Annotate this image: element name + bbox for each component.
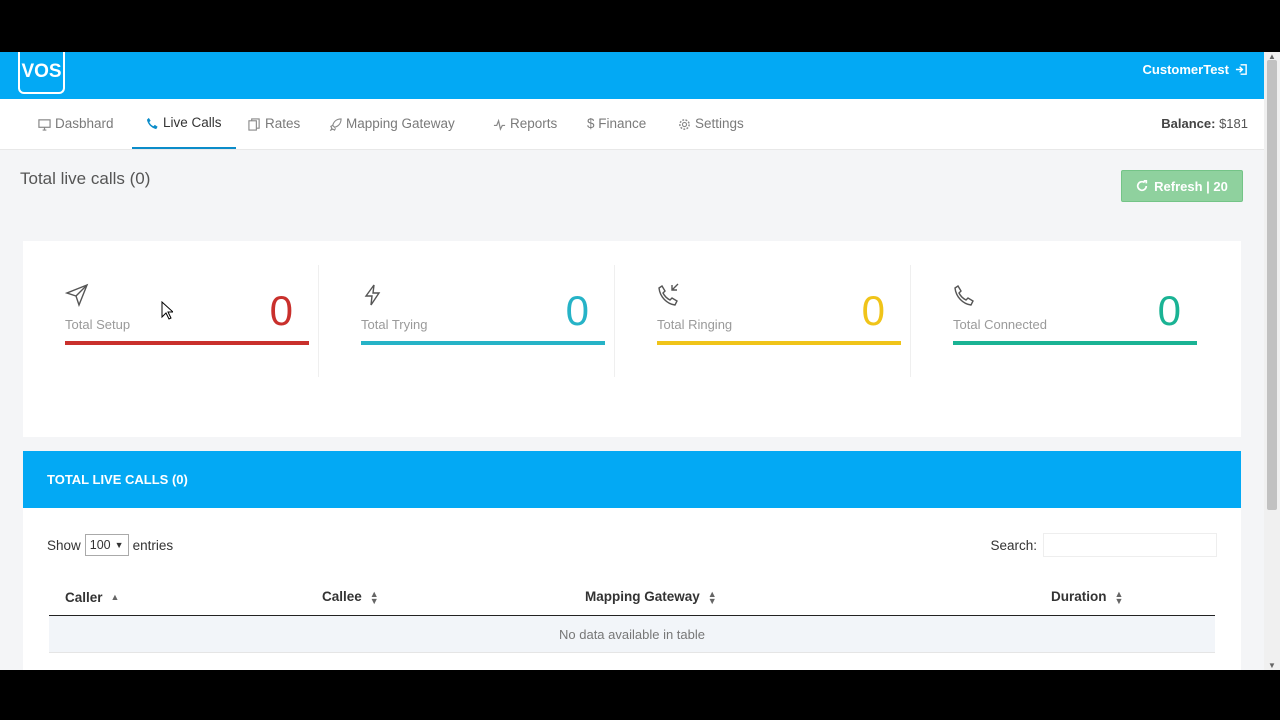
nav-rates[interactable]: Rates [248, 99, 300, 149]
stat-label: Total Ringing [657, 317, 733, 332]
app-window: VOS CustomerTest Dasbhard Live Calls Rat… [0, 52, 1264, 670]
column-header-mapping-gateway[interactable]: Mapping Gateway ▲ ▼ [569, 579, 1035, 616]
stat-value: 0 [565, 287, 589, 334]
monitor-icon [38, 118, 51, 131]
live-calls-table: Caller ▲ Callee ▲ ▼ Mapping Gateway ▲ ▼ Durat… [49, 579, 1215, 653]
nav-label: Reports [510, 116, 558, 131]
refresh-button[interactable]: Refresh | 20 [1121, 170, 1243, 202]
rocket-icon [329, 117, 342, 131]
logo[interactable]: VOS [18, 52, 65, 94]
refresh-icon [1137, 180, 1148, 192]
refresh-label: Refresh | 20 [1154, 178, 1228, 194]
pulse-icon [493, 118, 506, 131]
column-header-caller[interactable]: Caller ▲ [49, 579, 306, 616]
logout-icon[interactable] [1235, 63, 1248, 76]
entries-label: entries [132, 537, 174, 553]
nav-finance[interactable]: $ Finance [587, 99, 646, 149]
mouse-cursor-icon [161, 301, 173, 320]
column-header-callee[interactable]: Callee ▲ ▼ [306, 579, 569, 616]
stat-value: 0 [1157, 287, 1181, 334]
user-menu[interactable]: CustomerTest [1143, 62, 1248, 77]
nav-reports[interactable]: Reports [493, 99, 557, 149]
nav-label: Mapping Gateway [346, 116, 455, 131]
stat-bar [361, 341, 605, 345]
stat-value: 0 [269, 287, 293, 334]
sort-asc-icon: ▲ [110, 592, 120, 603]
nav-label: $ Finance [587, 116, 647, 131]
nav-label: Live Calls [163, 115, 222, 130]
live-calls-panel: TOTAL LIVE CALLS (0) Show 100 ▼ entries … [23, 451, 1241, 670]
stat-bar [657, 341, 901, 345]
show-label: Show [47, 537, 81, 553]
stat-label: Total Setup [65, 317, 131, 332]
nav-settings[interactable]: Settings [678, 99, 744, 149]
empty-table-message: No data available in table [49, 615, 1215, 653]
column-header-duration[interactable]: Duration ▲ ▼ [1035, 579, 1215, 616]
column-label: Callee [322, 589, 362, 605]
column-label: Duration [1051, 589, 1107, 605]
nav-label: Settings [695, 116, 744, 131]
stat-label: Total Connected [953, 317, 1047, 332]
stat-label: Total Trying [361, 317, 428, 332]
nav-label: Dasbhard [55, 116, 114, 131]
stat-total-connected: Total Connected 0 [911, 265, 1207, 365]
scrollbar-thumb[interactable] [1267, 60, 1277, 510]
column-label: Mapping Gateway [585, 589, 700, 605]
sort-icon: ▲ ▼ [1114, 588, 1124, 606]
phone-icon [146, 117, 158, 129]
table-row: No data available in table [49, 615, 1215, 653]
balance-label: Balance: [1161, 116, 1216, 131]
main-nav: Dasbhard Live Calls Rates Mapping Gatewa… [0, 99, 1264, 150]
entries-length: Show 100 ▼ entries [47, 534, 173, 556]
table-header-row: Caller ▲ Callee ▲ ▼ Mapping Gateway ▲ ▼ Durat… [49, 579, 1215, 616]
balance: Balance: $181 [1161, 116, 1248, 131]
copy-icon [248, 117, 260, 131]
send-icon [65, 283, 89, 307]
page-title: Total live calls (0) [20, 169, 151, 188]
entries-value: 100 [89, 538, 111, 552]
nav-mapping-gateway[interactable]: Mapping Gateway [329, 99, 455, 149]
stat-total-trying: Total Trying 0 [319, 265, 615, 377]
nav-dashboard[interactable]: Dasbhard [38, 99, 114, 149]
page-scrollbar[interactable]: ▲ ▼ [1264, 52, 1280, 670]
entries-select[interactable]: 100 ▼ [84, 534, 129, 556]
chevron-down-icon: ▼ [114, 540, 124, 550]
stat-value: 0 [861, 287, 885, 334]
nav-label: Rates [265, 116, 301, 131]
balance-value: $181 [1219, 116, 1248, 131]
stats-card: Total Setup 0 Total Trying 0 Total Ringi… [23, 241, 1241, 437]
sort-icon: ▲ ▼ [707, 588, 717, 606]
nav-live-calls[interactable]: Live Calls [132, 99, 236, 149]
username: CustomerTest [1142, 62, 1229, 77]
sort-icon: ▲ ▼ [369, 588, 379, 606]
gear-icon [679, 118, 690, 130]
table-search: Search: [990, 533, 1217, 557]
phone-ringing-icon [658, 283, 679, 306]
stat-total-ringing: Total Ringing 0 [615, 265, 911, 377]
search-label: Search: [990, 537, 1037, 553]
scroll-down-icon[interactable]: ▼ [1268, 661, 1276, 670]
search-input[interactable] [1043, 533, 1217, 557]
bolt-icon [364, 284, 381, 306]
stat-bar [65, 341, 309, 345]
top-bar: VOS CustomerTest [0, 52, 1264, 99]
stat-bar [953, 341, 1197, 345]
panel-title: TOTAL LIVE CALLS (0) [23, 451, 1241, 508]
column-label: Caller [65, 589, 103, 605]
phone-icon [954, 285, 974, 306]
